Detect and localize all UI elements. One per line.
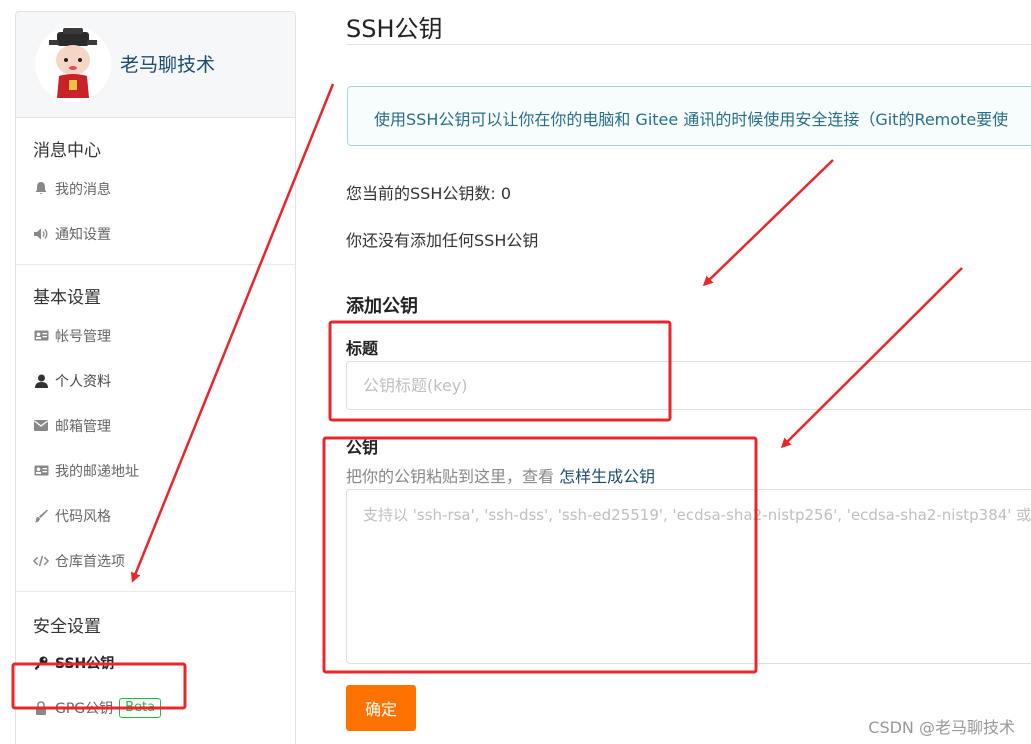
sidebar-item-label: 通知设置 <box>55 226 111 243</box>
section-security-settings: 安全设置 SSH公钥 GPG公钥 Beta <box>16 592 295 738</box>
main-content: SSH公钥 使用SSH公钥可以让你在你的电脑和 Gitee 通讯的时候使用安全连… <box>346 0 1031 744</box>
sidebar-item-label: 我的邮递地址 <box>55 463 139 480</box>
section-messages: 消息中心 我的消息 通知设置 <box>16 118 295 265</box>
watermark: CSDN @老马聊技术 <box>868 718 1015 737</box>
volume-icon <box>33 226 49 242</box>
sidebar-item-gpg-keys[interactable]: GPG公钥 Beta <box>16 685 295 730</box>
sidebar-item-label: 个人资料 <box>55 373 111 390</box>
how-to-generate-link[interactable]: 怎样生成公钥 <box>559 467 655 486</box>
bell-icon <box>33 181 49 197</box>
section-title: 基本设置 <box>33 288 101 308</box>
profile-header: 老马聊技术 <box>16 12 295 118</box>
lock-icon <box>33 700 49 716</box>
sidebar-item-ssh-keys[interactable]: SSH公钥 <box>16 640 295 685</box>
sidebar-item-label: 仓库首选项 <box>55 553 125 570</box>
section-title: 消息中心 <box>33 141 101 161</box>
address-card-icon <box>33 463 49 479</box>
sidebar-item-email[interactable]: 邮箱管理 <box>16 403 295 448</box>
paint-brush-icon <box>33 508 49 524</box>
public-key-label: 公钥 <box>346 438 379 457</box>
sidebar-item-profile[interactable]: 个人资料 <box>16 358 295 403</box>
sidebar-item-account[interactable]: 帐号管理 <box>16 313 295 358</box>
page-title: SSH公钥 <box>346 15 443 43</box>
sidebar-item-label: 我的消息 <box>55 181 111 198</box>
info-message: 使用SSH公钥可以让你在你的电脑和 Gitee 通讯的时候使用安全连接（Git的… <box>347 86 1031 146</box>
sidebar-item-address[interactable]: 我的邮递地址 <box>16 448 295 493</box>
submit-button[interactable]: 确定 <box>346 685 416 731</box>
empty-state-text: 你还没有添加任何SSH公钥 <box>346 231 539 250</box>
sidebar-item-repo-preferences[interactable]: 仓库首选项 <box>16 538 295 583</box>
settings-sidebar: 老马聊技术 消息中心 我的消息 通知设置 基本设置 帐号管理 个人资料 邮箱管理… <box>15 11 296 744</box>
envelope-icon <box>33 418 49 434</box>
key-title-input[interactable] <box>346 361 1031 410</box>
username[interactable]: 老马聊技术 <box>120 50 215 77</box>
sidebar-item-code-style[interactable]: 代码风格 <box>16 493 295 538</box>
id-card-icon <box>33 328 49 344</box>
sidebar-item-label: 邮箱管理 <box>55 418 111 435</box>
add-key-heading: 添加公钥 <box>346 296 418 317</box>
sidebar-item-label: GPG公钥 <box>55 700 114 717</box>
public-key-textarea[interactable] <box>346 489 1031 664</box>
key-icon <box>33 655 49 671</box>
title-label: 标题 <box>346 339 379 358</box>
code-icon <box>33 553 49 569</box>
public-key-hint: 把你的公钥粘贴到这里，查看 怎样生成公钥 <box>346 463 655 487</box>
divider <box>346 44 1031 45</box>
section-title: 安全设置 <box>33 617 101 637</box>
sidebar-item-my-messages[interactable]: 我的消息 <box>16 166 295 211</box>
sidebar-item-label: 代码风格 <box>55 508 111 525</box>
sidebar-item-label: 帐号管理 <box>55 328 111 345</box>
beta-badge: Beta <box>119 697 162 718</box>
hint-text: 把你的公钥粘贴到这里，查看 <box>346 467 560 486</box>
section-basic-settings: 基本设置 帐号管理 个人资料 邮箱管理 我的邮递地址 代码风格 仓库首选项 <box>16 265 295 592</box>
user-icon <box>33 373 49 389</box>
avatar[interactable] <box>35 26 111 102</box>
sidebar-item-notification-settings[interactable]: 通知设置 <box>16 211 295 256</box>
sidebar-item-label: SSH公钥 <box>55 655 115 672</box>
ssh-key-count: 您当前的SSH公钥数: 0 <box>346 184 512 203</box>
